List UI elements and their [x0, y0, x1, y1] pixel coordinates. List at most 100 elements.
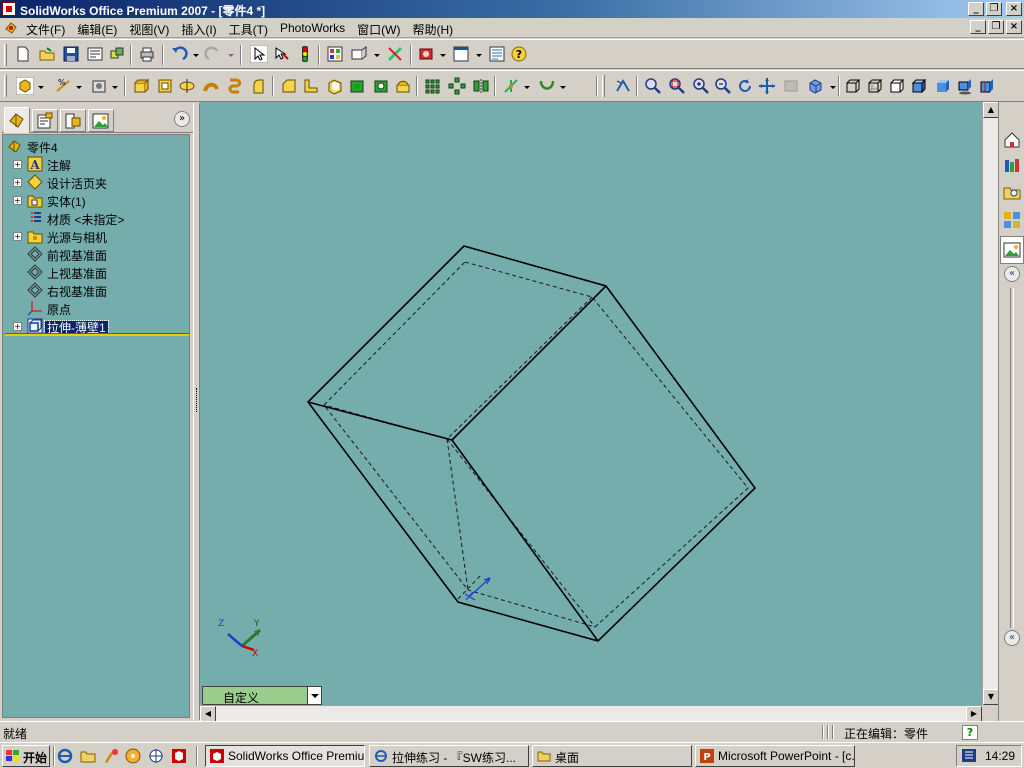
tree-item-top-plane[interactable]: 上视基准面: [3, 263, 189, 281]
solidworks-app-icon[interactable]: [2, 2, 16, 16]
curves-dropdown[interactable]: [560, 86, 566, 89]
task-pane-expand-button[interactable]: «: [1004, 630, 1020, 646]
render-dropdown[interactable]: [440, 54, 446, 57]
task-desktop-folder[interactable]: 桌面: [532, 745, 692, 767]
minimize-button[interactable]: _: [968, 2, 984, 16]
shaded-with-edges-icon[interactable]: [910, 77, 928, 95]
hidden-lines-removed-icon[interactable]: [888, 77, 906, 95]
curves-icon[interactable]: [538, 77, 556, 95]
menu-edit[interactable]: 编辑(E): [77, 20, 125, 38]
network-icon[interactable]: [147, 747, 165, 765]
tab-configuration-manager[interactable]: [60, 109, 86, 132]
extruded-cut-icon[interactable]: [156, 77, 174, 95]
scroll-up-button[interactable]: ▲: [983, 102, 999, 118]
model-wireframe[interactable]: [200, 102, 982, 705]
circular-pattern-icon[interactable]: [448, 77, 466, 95]
home-icon[interactable]: [1002, 130, 1022, 150]
tree-root[interactable]: 零件4: [3, 137, 189, 155]
hide-show-icon[interactable]: [90, 77, 108, 95]
reference-geometry-icon[interactable]: [502, 77, 520, 95]
redo-icon[interactable]: [204, 45, 222, 63]
fillet-icon[interactable]: [250, 77, 268, 95]
zoom-to-area-icon[interactable]: [668, 77, 686, 95]
quick-tips-icon[interactable]: ?: [962, 725, 978, 740]
draft-icon[interactable]: [348, 77, 366, 95]
file-explorer-icon[interactable]: [1002, 182, 1022, 202]
roll-view-icon[interactable]: [782, 77, 800, 95]
reference-geometry-dropdown[interactable]: [524, 86, 530, 89]
instant3d-icon[interactable]: [350, 45, 368, 63]
shaded-icon[interactable]: [934, 77, 952, 95]
view-orientation-select[interactable]: 自定义: [202, 686, 322, 705]
shell-icon[interactable]: [326, 77, 344, 95]
standard-views-dropdown[interactable]: [830, 86, 836, 89]
undo-icon[interactable]: [170, 45, 188, 63]
solidworks-quicklaunch-icon[interactable]: [170, 747, 188, 765]
standard-views-icon[interactable]: [806, 77, 824, 95]
tree-item-right-plane[interactable]: 右视基准面: [3, 281, 189, 299]
rotate-view-icon[interactable]: [736, 77, 754, 95]
scroll-left-button[interactable]: ◀: [200, 706, 216, 722]
shadows-in-shaded-icon[interactable]: [956, 77, 974, 95]
expand-toggle[interactable]: +: [13, 232, 22, 241]
zoom-to-selection-icon[interactable]: [714, 77, 732, 95]
internet-explorer-icon[interactable]: [56, 747, 74, 765]
expand-panel-button[interactable]: »: [174, 111, 190, 127]
loft-icon[interactable]: [226, 77, 244, 95]
new-document-icon[interactable]: [14, 45, 32, 63]
collapse-task-pane-button[interactable]: «: [1004, 266, 1020, 282]
horizontal-scrollbar[interactable]: ◀ ▶: [200, 705, 982, 722]
view-orientation-icon[interactable]: [16, 77, 34, 95]
tree-item-lights-cameras[interactable]: + 光源与相机: [3, 227, 189, 245]
explorer-folder-icon[interactable]: [79, 747, 97, 765]
options-icon[interactable]: [326, 45, 344, 63]
window-layout-icon[interactable]: [452, 45, 470, 63]
chevron-down-icon[interactable]: [307, 687, 321, 704]
tree-item-annotations[interactable]: + A 注解: [3, 155, 189, 173]
tab-appearance-manager[interactable]: [88, 109, 114, 132]
doc-restore-button[interactable]: ❐: [988, 20, 1004, 34]
mirror-icon[interactable]: [472, 77, 490, 95]
doc-close-button[interactable]: ×: [1006, 20, 1022, 34]
save-icon[interactable]: [62, 45, 80, 63]
make-drawing-icon[interactable]: [86, 45, 104, 63]
extruded-boss-icon[interactable]: [132, 77, 150, 95]
menu-file[interactable]: 文件(F): [26, 20, 73, 38]
tree-item-solid-bodies[interactable]: + 实体(1): [3, 191, 189, 209]
scroll-down-button[interactable]: ▼: [983, 689, 999, 705]
task-browser[interactable]: 拉伸练习 - 『SW练习...: [369, 745, 529, 767]
sweep-icon[interactable]: [202, 77, 220, 95]
appearance-tab-active[interactable]: [1000, 236, 1024, 264]
instant3d-dropdown[interactable]: [374, 54, 380, 57]
restore-button[interactable]: ❐: [986, 2, 1002, 16]
hide-show-dropdown[interactable]: [112, 86, 118, 89]
tab-feature-manager[interactable]: [4, 107, 30, 133]
photoworks-render-icon[interactable]: [418, 45, 436, 63]
rib-icon[interactable]: [302, 77, 320, 95]
toolbar-grip[interactable]: [4, 44, 7, 66]
help-icon[interactable]: ?: [510, 45, 528, 63]
start-button[interactable]: 开始: [2, 745, 50, 767]
make-assembly-icon[interactable]: [108, 45, 126, 63]
print-icon[interactable]: [138, 45, 156, 63]
media-icon[interactable]: [124, 747, 142, 765]
menu-view[interactable]: 视图(V): [129, 20, 177, 38]
chamfer-icon[interactable]: [280, 77, 298, 95]
close-button[interactable]: ×: [1006, 2, 1022, 16]
hole-wizard-icon[interactable]: [372, 77, 390, 95]
design-library-icon[interactable]: [1002, 156, 1022, 176]
view-toolbar-grip[interactable]: [602, 75, 605, 97]
zoom-to-fit-icon[interactable]: [644, 77, 662, 95]
task-powerpoint[interactable]: P Microsoft PowerPoint - [c...: [695, 745, 855, 767]
section-view-icon[interactable]: [978, 77, 996, 95]
menu-photoworks[interactable]: PhotoWorks: [280, 20, 353, 38]
properties-list-icon[interactable]: [488, 45, 506, 63]
linear-pattern-icon[interactable]: [424, 77, 442, 95]
scroll-right-button[interactable]: ▶: [966, 706, 982, 722]
undo-dropdown[interactable]: [193, 54, 199, 57]
graphics-viewport[interactable]: Y Z X: [200, 102, 982, 705]
measure-tools-icon[interactable]: [386, 45, 404, 63]
tree-item-origin[interactable]: 原点: [3, 299, 189, 317]
wireframe-icon[interactable]: [844, 77, 862, 95]
menu-tools[interactable]: 工具(T): [229, 20, 276, 38]
